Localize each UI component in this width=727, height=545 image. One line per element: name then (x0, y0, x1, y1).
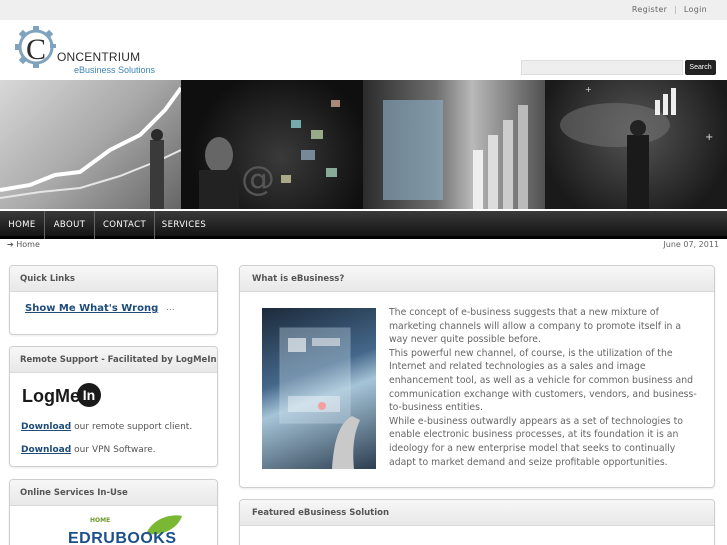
remote-client-row: Download our remote support client. (21, 422, 192, 432)
nav-item-about[interactable]: ABOUT (45, 211, 95, 239)
search-button[interactable]: Search (685, 60, 716, 75)
current-date: June 07, 2011 (663, 240, 719, 249)
remote-client-text: our remote support client. (74, 422, 193, 432)
main-nav: HOME ABOUT CONTACT SERVICES (0, 211, 727, 239)
register-link[interactable]: Register (632, 5, 667, 14)
logmein-logo: LogMe In (22, 383, 102, 413)
nav-item-contact[interactable]: CONTACT (95, 211, 155, 239)
featured-solution-title: Featured eBusiness Solution (240, 500, 714, 526)
nav-item-home[interactable]: HOME (0, 211, 45, 239)
banner-panel-tech-user: @ (181, 80, 363, 209)
tech-user-illustration: @ (199, 100, 340, 209)
svg-text:+: + (705, 132, 713, 143)
freshbooks-logo[interactable]: HOME EDRUBOOKS (68, 514, 188, 545)
show-me-whats-wrong-link[interactable]: Show Me What's Wrong (25, 303, 158, 314)
growth-chart-illustration (0, 86, 181, 209)
ebusiness-image (262, 308, 376, 469)
nav-item-services[interactable]: SERVICES (155, 211, 213, 239)
quick-links-title: Quick Links (10, 266, 217, 292)
logmein-logo-text: LogMe (22, 386, 80, 406)
what-is-ebusiness-box: What is eBusiness? The concept of e-busi… (239, 265, 715, 488)
banner-panel-growth-chart (0, 80, 181, 209)
download-remote-client-link[interactable]: Download (21, 422, 71, 432)
touchscreen-illustration (383, 100, 528, 209)
what-is-ebusiness-title: What is eBusiness? (240, 266, 714, 292)
ebusiness-paragraph-3: While e-business outwardly appears as a … (389, 415, 683, 468)
quick-links-more: ... (166, 303, 175, 313)
ebusiness-paragraph-2: This powerful new channel, of course, is… (389, 347, 697, 414)
vpn-software-row: Download our VPN Software. (21, 445, 156, 455)
banner-panel-business-world: + + (545, 80, 727, 209)
gear-icon: C (15, 26, 56, 68)
freshbooks-logo-top: HOME (90, 517, 111, 524)
search-input[interactable] (521, 60, 683, 75)
remote-support-box: Remote Support - Facilitated by LogMeIn … (9, 346, 218, 467)
breadcrumb-home[interactable]: Home (16, 240, 40, 249)
hero-banner: @ + + (0, 80, 727, 209)
remote-support-title: Remote Support - Facilitated by LogMeIn (10, 347, 217, 373)
online-services-title: Online Services In-Use (10, 480, 217, 506)
ebusiness-paragraph-1: The concept of e-business suggests that … (389, 307, 682, 346)
logo-wordmark: ONCENTRIUM (57, 50, 141, 64)
vpn-software-text: our VPN Software. (74, 445, 156, 455)
svg-text:C: C (26, 33, 46, 66)
site-logo[interactable]: C ONCENTRIUM eBusiness Solutions (12, 22, 162, 75)
quick-links-box: Quick Links Show Me What's Wrong ... (9, 265, 218, 335)
ebusiness-description: The concept of e-business suggests that … (389, 306, 697, 469)
download-vpn-link[interactable]: Download (21, 445, 71, 455)
logmein-logo-badge: In (77, 383, 101, 407)
arrow-right-icon: ➔ (7, 240, 14, 249)
logo-tagline: eBusiness Solutions (74, 65, 156, 75)
breadcrumb: ➔ Home (7, 240, 40, 249)
online-services-box: Online Services In-Use HOME EDRUBOOKS (9, 479, 218, 545)
link-separator: | (674, 5, 678, 14)
svg-text:+: + (585, 85, 592, 94)
login-link[interactable]: Login (684, 5, 707, 14)
top-bar: Register | Login (0, 0, 727, 20)
svg-text:@: @ (241, 159, 275, 199)
banner-panel-touchscreen (363, 80, 545, 209)
business-world-illustration: + + (560, 85, 713, 209)
featured-solution-box: Featured eBusiness Solution (239, 499, 715, 545)
touchscreen-photo (279, 327, 360, 469)
account-links: Register | Login (630, 5, 709, 14)
freshbooks-logo-text: EDRUBOOKS (68, 530, 177, 545)
site-header: C ONCENTRIUM eBusiness Solutions Search (0, 20, 727, 76)
